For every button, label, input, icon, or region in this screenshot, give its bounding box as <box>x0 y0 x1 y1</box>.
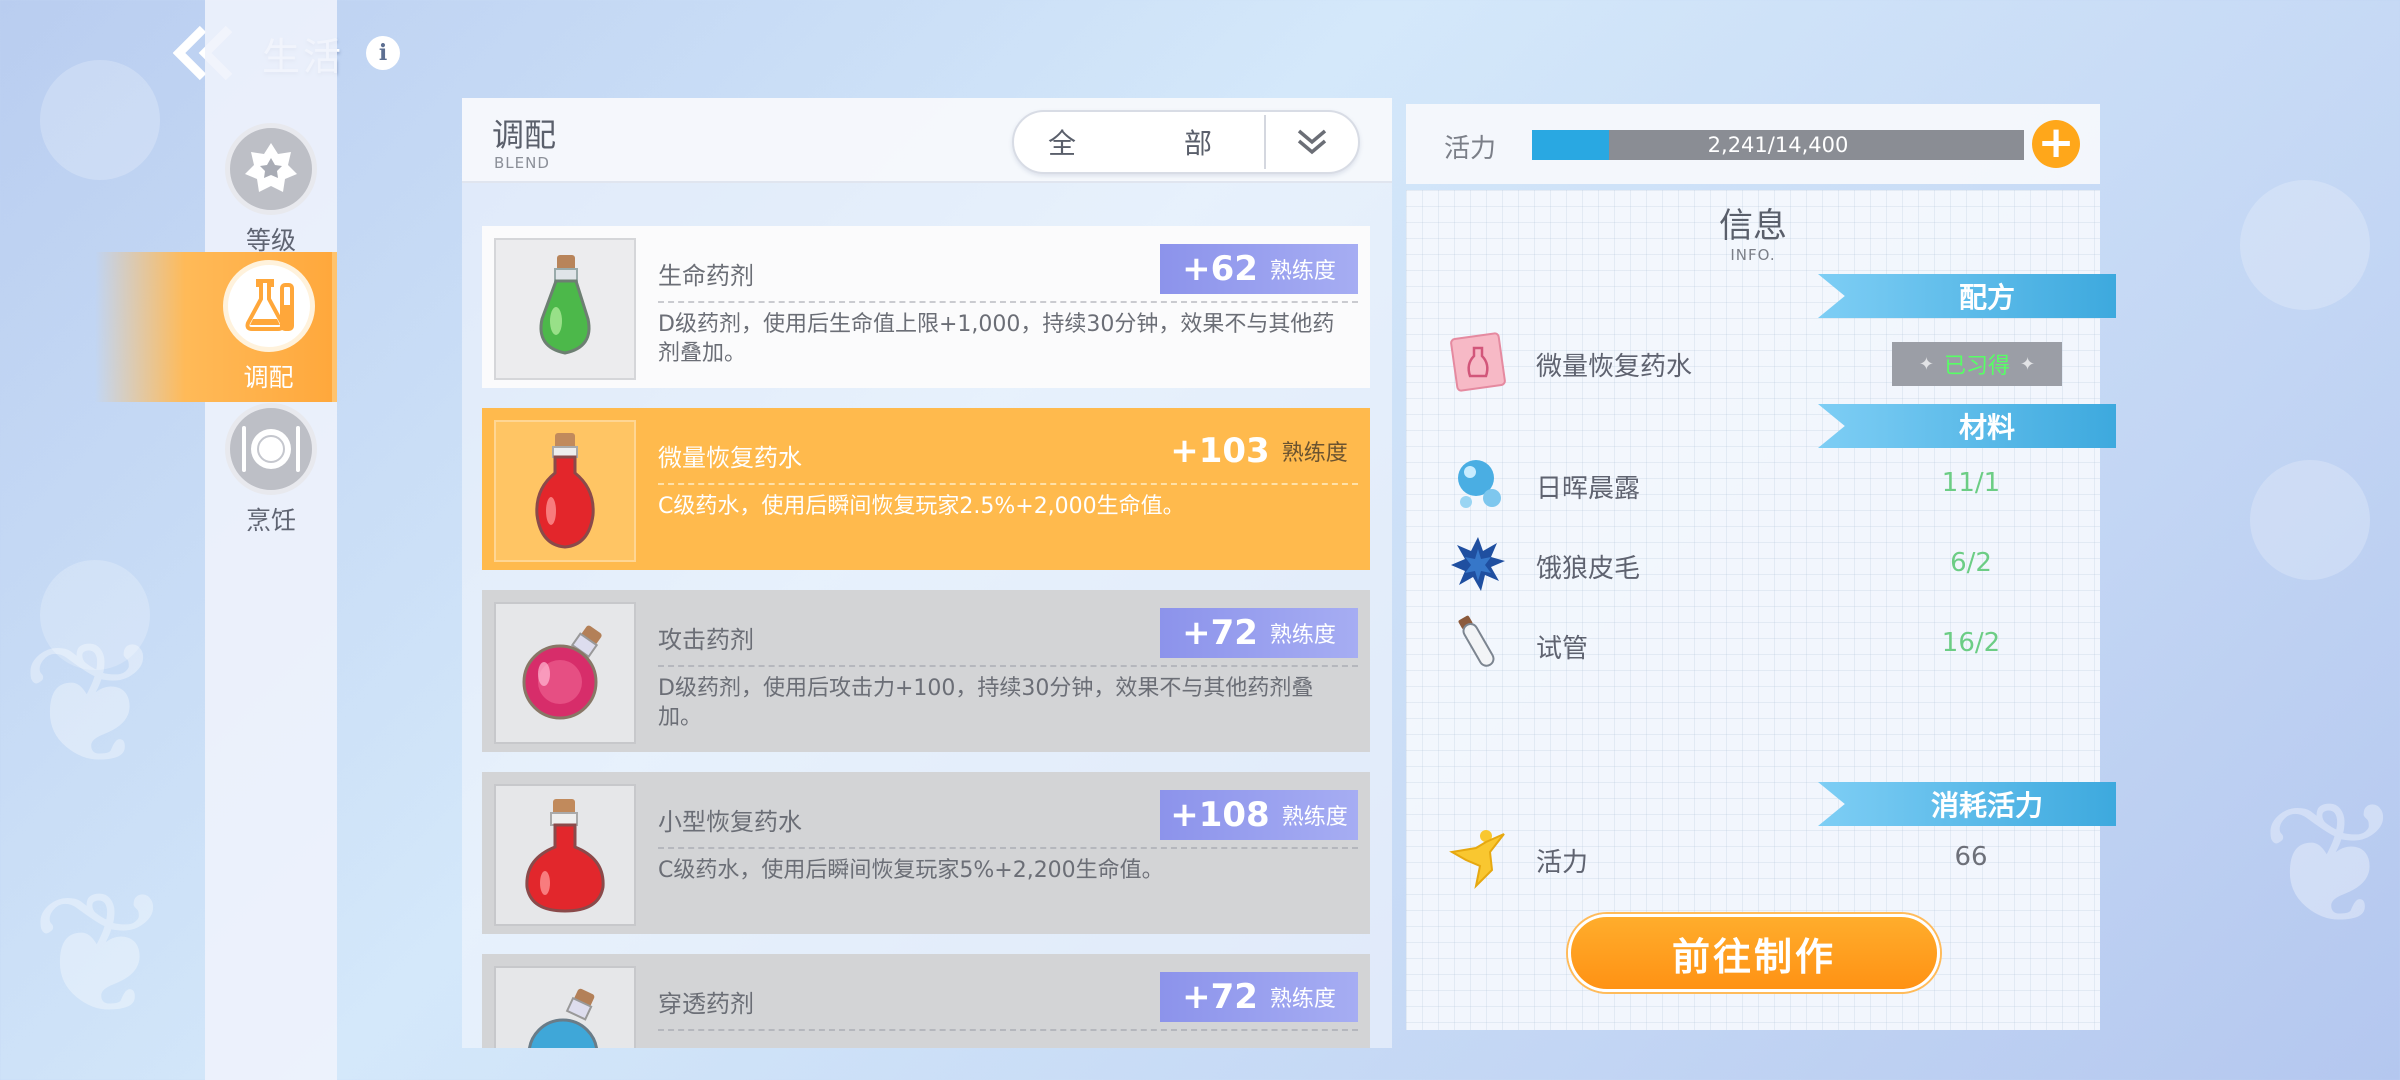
section-tag-materials: 材料 <box>1818 404 2116 448</box>
background-decoration <box>2250 460 2370 580</box>
xp-unit: 熟练度 <box>1269 259 1336 284</box>
stamina-bar: 2,241/14,400 <box>1532 130 2024 160</box>
background-decoration <box>2240 180 2370 310</box>
recipe-description: D级药剂，使用后攻击力+100，持续30分钟，效果不与其他药剂叠加。 <box>658 676 1314 730</box>
material-count: 16/2 <box>1941 628 2001 658</box>
nav-label-blend: 调配 <box>243 363 294 392</box>
recipe-item-attack-potion[interactable]: 攻击药剂 +72 熟练度 D级药剂，使用后攻击力+100，持续30分钟，效果不与… <box>482 590 1370 752</box>
xp-badge: +72 熟练度 <box>1160 972 1358 1022</box>
info-title: 信息 <box>1719 206 1787 246</box>
material-row[interactable]: 试管 16/2 <box>1446 612 2046 682</box>
recipe-name: 生命药剂 <box>658 262 754 290</box>
add-stamina-button[interactable]: + <box>2032 120 2080 168</box>
recipe-name: 攻击药剂 <box>658 626 754 654</box>
nav-item-blend[interactable]: 调配 <box>95 252 337 402</box>
nav-item-cooking[interactable]: 烹饪 <box>205 395 337 545</box>
recipe-item-minor-recovery[interactable]: 微量恢复药水 +103 熟练度 C级药水，使用后瞬间恢复玩家2.5%+2,000… <box>482 408 1370 570</box>
learned-status-text: 已习得 <box>1943 354 2010 379</box>
nav-item-level[interactable]: 等级 <box>205 115 337 265</box>
list-header: 调配 BLEND 全部 <box>462 98 1392 183</box>
xp-value: +108 <box>1170 795 1270 835</box>
recipe-list-panel: 调配 BLEND 全部 生命药剂 <box>462 98 1392 1048</box>
pink-potion-icon <box>522 625 602 720</box>
recipe-name: 穿透药剂 <box>658 990 754 1018</box>
stamina-value: 2,241/14,400 <box>1707 133 1849 157</box>
info-icon[interactable]: i <box>366 36 401 70</box>
gear-badge-icon <box>245 143 297 192</box>
xp-unit: 熟练度 <box>1281 805 1348 830</box>
info-subtitle: INFO. <box>1730 246 1776 264</box>
leaf-decoration: ❦ <box>30 856 173 1054</box>
material-name: 日晖晨露 <box>1536 474 1641 504</box>
xp-value: +103 <box>1170 431 1270 471</box>
xp-value: +62 <box>1182 249 1258 289</box>
recipe-item-small-recovery[interactable]: 小型恢复药水 +108 熟练度 C级药水，使用后瞬间恢复玩家5%+2,200生命… <box>482 772 1370 934</box>
section-tag-recipe: 配方 <box>1818 274 2116 318</box>
red-potion-icon <box>535 433 595 549</box>
background-decoration <box>40 60 160 180</box>
material-row[interactable]: 日晖晨露 11/1 <box>1446 452 2046 522</box>
flask-icon <box>245 279 294 331</box>
stamina-cost-label: 活力 <box>1536 848 1589 878</box>
green-potion-icon <box>539 255 591 355</box>
list-subtitle: BLEND <box>494 154 550 172</box>
leaf-decoration: ❦ <box>20 606 163 804</box>
nav-label-cooking: 烹饪 <box>245 506 296 535</box>
fur-icon <box>1451 537 1505 591</box>
stamina-figure-icon <box>1449 830 1505 890</box>
chevron-double-down-icon <box>1297 129 1327 155</box>
material-name: 饿狼皮毛 <box>1536 554 1641 584</box>
xp-unit: 熟练度 <box>1269 623 1336 648</box>
left-nav: 等级 调配 烹饪 <box>95 0 337 1080</box>
blue-potion-icon <box>528 988 598 1048</box>
material-row[interactable]: 饿狼皮毛 6/2 <box>1446 532 2046 602</box>
stamina-cost-value: 66 <box>1954 842 1988 872</box>
go-craft-button[interactable]: 前往制作 <box>1568 914 1940 992</box>
filter-label: 全部 <box>1048 127 1212 160</box>
xp-badge: +72 熟练度 <box>1160 608 1358 658</box>
red-flask-icon <box>525 799 605 913</box>
info-panel: 信息 INFO. 配方 微量恢复药水 ✦ 已习得 ✦ 材料 日晖晨露 11/1 <box>1406 190 2116 1030</box>
recipe-list[interactable]: 生命药剂 +62 熟练度 D级药剂，使用后生命值上限+1,000，持续30分钟，… <box>462 192 1392 1048</box>
xp-badge: +103 熟练度 <box>1160 426 1358 476</box>
recipe-item-life-potion[interactable]: 生命药剂 +62 熟练度 D级药剂，使用后生命值上限+1,000，持续30分钟，… <box>482 226 1370 388</box>
xp-unit: 熟练度 <box>1281 441 1348 466</box>
recipe-scroll-icon <box>1450 332 1506 392</box>
xp-badge: +62 熟练度 <box>1160 244 1358 294</box>
stamina-cost-row: 活力 66 <box>1446 826 2046 896</box>
plate-icon <box>242 426 300 472</box>
recipe-item-penetration-potion[interactable]: 穿透药剂 +72 熟练度 <box>482 954 1370 1048</box>
material-count: 6/2 <box>1950 548 1992 578</box>
xp-badge: +108 熟练度 <box>1160 790 1358 840</box>
filter-dropdown[interactable]: 全部 <box>1012 110 1360 174</box>
material-count: 11/1 <box>1941 468 2001 498</box>
section-tag-stamina-cost: 消耗活力 <box>1818 782 2116 826</box>
learned-status-badge: ✦ 已习得 ✦ <box>1892 342 2062 386</box>
xp-value: +72 <box>1182 613 1258 653</box>
xp-value: +72 <box>1182 977 1258 1017</box>
stamina-label: 活力 <box>1444 134 1497 164</box>
stamina-bar-panel: 活力 2,241/14,400 + <box>1406 104 2100 184</box>
recipe-row: 微量恢复药水 ✦ 已习得 ✦ <box>1446 330 2062 400</box>
xp-unit: 熟练度 <box>1269 987 1336 1012</box>
dew-drop-icon <box>1458 460 1501 508</box>
recipe-description: C级药水，使用后瞬间恢复玩家5%+2,200生命值。 <box>658 858 1164 883</box>
list-title: 调配 <box>492 116 557 154</box>
recipe-name: 小型恢复药水 <box>658 808 802 836</box>
recipe-description: C级药水，使用后瞬间恢复玩家2.5%+2,000生命值。 <box>658 494 1185 519</box>
material-name: 试管 <box>1536 634 1589 664</box>
recipe-name: 微量恢复药水 <box>658 444 802 472</box>
leaf-decoration: ❦ <box>2260 766 2400 964</box>
test-tube-icon <box>1458 615 1495 667</box>
recipe-row-name: 微量恢复药水 <box>1536 352 1693 382</box>
recipe-description: D级药剂，使用后生命值上限+1,000，持续30分钟，效果不与其他药剂叠加。 <box>658 312 1335 366</box>
